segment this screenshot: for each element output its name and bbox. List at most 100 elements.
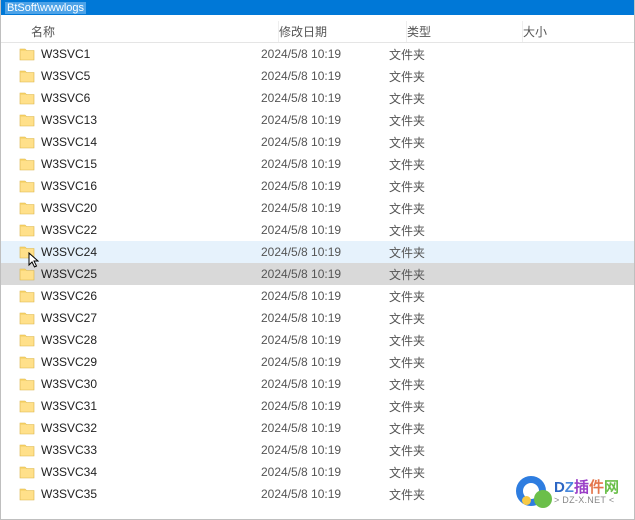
file-date: 2024/5/8 10:19 — [261, 245, 389, 259]
file-date: 2024/5/8 10:19 — [261, 311, 389, 325]
file-name: W3SVC33 — [41, 443, 97, 457]
file-name-cell: W3SVC1 — [19, 47, 261, 61]
address-path: BtSoft\wwwlogs — [5, 2, 86, 14]
file-type: 文件夹 — [389, 200, 505, 217]
table-row[interactable]: W3SVC33 2024/5/8 10:19文件夹 — [1, 439, 634, 461]
file-date: 2024/5/8 10:19 — [261, 223, 389, 237]
folder-icon — [19, 245, 35, 259]
file-name: W3SVC31 — [41, 399, 97, 413]
file-date: 2024/5/8 10:19 — [261, 69, 389, 83]
file-name-cell: W3SVC22 — [19, 223, 261, 237]
table-row[interactable]: W3SVC12024/5/8 10:19文件夹 — [1, 43, 634, 65]
file-name: W3SVC20 — [41, 201, 97, 215]
column-header-name[interactable]: 名称 — [1, 21, 279, 42]
file-name: W3SVC27 — [41, 311, 97, 325]
table-row[interactable]: W3SVC152024/5/8 10:19文件夹 — [1, 153, 634, 175]
file-type: 文件夹 — [389, 134, 505, 151]
table-row[interactable]: W3SVC322024/5/8 10:19文件夹 — [1, 417, 634, 439]
folder-icon — [19, 377, 35, 391]
column-header-type[interactable]: 类型 — [407, 21, 523, 42]
table-row[interactable]: W3SVC312024/5/8 10:19文件夹 — [1, 395, 634, 417]
column-header-size[interactable]: 大小 — [523, 21, 613, 42]
file-type: 文件夹 — [389, 442, 505, 459]
file-type: 文件夹 — [389, 354, 505, 371]
table-row[interactable]: W3SVC282024/5/8 10:19文件夹 — [1, 329, 634, 351]
file-type: 文件夹 — [389, 464, 505, 481]
table-row[interactable]: W3SVC142024/5/8 10:19文件夹 — [1, 131, 634, 153]
file-date: 2024/5/8 10:19 — [261, 113, 389, 127]
table-row[interactable]: W3SVC16 2024/5/8 10:19文件夹 — [1, 175, 634, 197]
file-name: W3SVC28 — [41, 333, 97, 347]
file-name: W3SVC16 — [41, 179, 97, 193]
folder-icon — [19, 465, 35, 479]
file-name: W3SVC22 — [41, 223, 97, 237]
file-name: W3SVC26 — [41, 289, 97, 303]
table-row[interactable]: W3SVC222024/5/8 10:19文件夹 — [1, 219, 634, 241]
file-name-cell: W3SVC6 — [19, 91, 261, 105]
file-name: W3SVC25 — [41, 267, 97, 281]
file-list: W3SVC12024/5/8 10:19文件夹W3SVC52024/5/8 10… — [1, 43, 634, 505]
table-row[interactable]: W3SVC202024/5/8 10:19文件夹 — [1, 197, 634, 219]
column-headers: 名称 修改日期 类型 大小 — [1, 15, 634, 43]
table-row[interactable]: W3SVC242024/5/8 10:19文件夹 — [1, 241, 634, 263]
watermark: DZ插件网 > DZ-X.NET < — [516, 476, 619, 510]
table-row[interactable]: W3SVC292024/5/8 10:19文件夹 — [1, 351, 634, 373]
file-date: 2024/5/8 10:19 — [261, 465, 389, 479]
table-row[interactable]: W3SVC27 2024/5/8 10:19文件夹 — [1, 307, 634, 329]
folder-icon — [19, 47, 35, 61]
file-name-cell: W3SVC5 — [19, 69, 261, 83]
file-name: W3SVC32 — [41, 421, 97, 435]
folder-icon — [19, 289, 35, 303]
file-name: W3SVC15 — [41, 157, 97, 171]
file-name: W3SVC1 — [41, 47, 90, 61]
file-name-cell: W3SVC13 — [19, 113, 261, 127]
folder-icon — [19, 355, 35, 369]
folder-icon — [19, 157, 35, 171]
file-name: W3SVC6 — [41, 91, 90, 105]
file-name-cell: W3SVC28 — [19, 333, 261, 347]
table-row[interactable]: W3SVC62024/5/8 10:19文件夹 — [1, 87, 634, 109]
file-name: W3SVC5 — [41, 69, 90, 83]
file-name: W3SVC30 — [41, 377, 97, 391]
table-row[interactable]: W3SVC25 2024/5/8 10:19文件夹 — [1, 263, 634, 285]
folder-icon — [19, 201, 35, 215]
table-row[interactable]: W3SVC302024/5/8 10:19文件夹 — [1, 373, 634, 395]
file-type: 文件夹 — [389, 310, 505, 327]
folder-icon — [19, 223, 35, 237]
file-name-cell: W3SVC15 — [19, 157, 261, 171]
file-type: 文件夹 — [389, 288, 505, 305]
table-row[interactable]: W3SVC26 2024/5/8 10:19文件夹 — [1, 285, 634, 307]
file-name-cell: W3SVC24 — [19, 245, 261, 259]
folder-icon — [19, 113, 35, 127]
file-type: 文件夹 — [389, 486, 505, 503]
file-type: 文件夹 — [389, 68, 505, 85]
file-name: W3SVC24 — [41, 245, 97, 259]
file-date: 2024/5/8 10:19 — [261, 487, 389, 501]
file-date: 2024/5/8 10:19 — [261, 289, 389, 303]
file-type: 文件夹 — [389, 178, 505, 195]
table-row[interactable]: W3SVC132024/5/8 10:19文件夹 — [1, 109, 634, 131]
table-row[interactable]: W3SVC5 2024/5/8 10:19文件夹 — [1, 65, 634, 87]
file-type: 文件夹 — [389, 376, 505, 393]
file-type: 文件夹 — [389, 332, 505, 349]
watermark-title: DZ插件网 — [554, 480, 619, 497]
address-bar[interactable]: BtSoft\wwwlogs — [1, 0, 634, 15]
folder-icon — [19, 487, 35, 501]
file-type: 文件夹 — [389, 156, 505, 173]
file-name-cell: W3SVC27 — [19, 311, 261, 325]
file-date: 2024/5/8 10:19 — [261, 179, 389, 193]
file-name-cell: W3SVC14 — [19, 135, 261, 149]
file-name-cell: W3SVC32 — [19, 421, 261, 435]
file-date: 2024/5/8 10:19 — [261, 267, 389, 281]
file-date: 2024/5/8 10:19 — [261, 443, 389, 457]
file-name-cell: W3SVC16 — [19, 179, 261, 193]
file-type: 文件夹 — [389, 266, 505, 283]
folder-icon — [19, 267, 35, 281]
watermark-logo-icon — [516, 476, 550, 510]
folder-icon — [19, 311, 35, 325]
folder-icon — [19, 443, 35, 457]
file-name-cell: W3SVC30 — [19, 377, 261, 391]
file-name: W3SVC14 — [41, 135, 97, 149]
file-type: 文件夹 — [389, 46, 505, 63]
column-header-date[interactable]: 修改日期 — [279, 21, 407, 42]
